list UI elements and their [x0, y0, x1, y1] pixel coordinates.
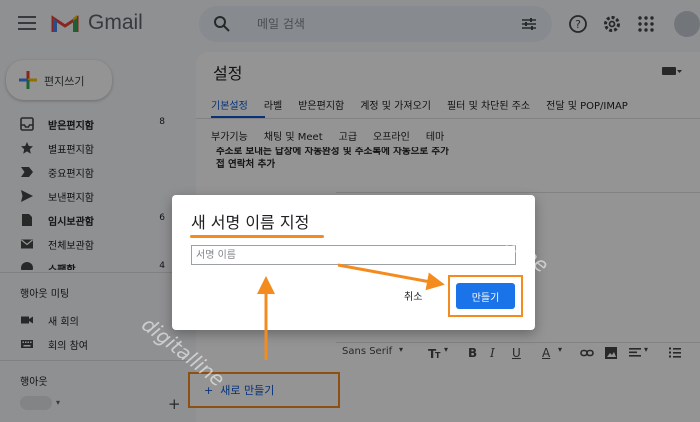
annotation-underline [190, 235, 324, 238]
create-button[interactable]: 만들기 [456, 283, 515, 309]
dialog-title: 새 서명 이름 지정 [191, 213, 310, 232]
annotation-highlight-box: 만들기 [448, 275, 523, 317]
cancel-button[interactable]: 취소 [404, 288, 422, 303]
signature-name-input[interactable] [191, 245, 516, 265]
